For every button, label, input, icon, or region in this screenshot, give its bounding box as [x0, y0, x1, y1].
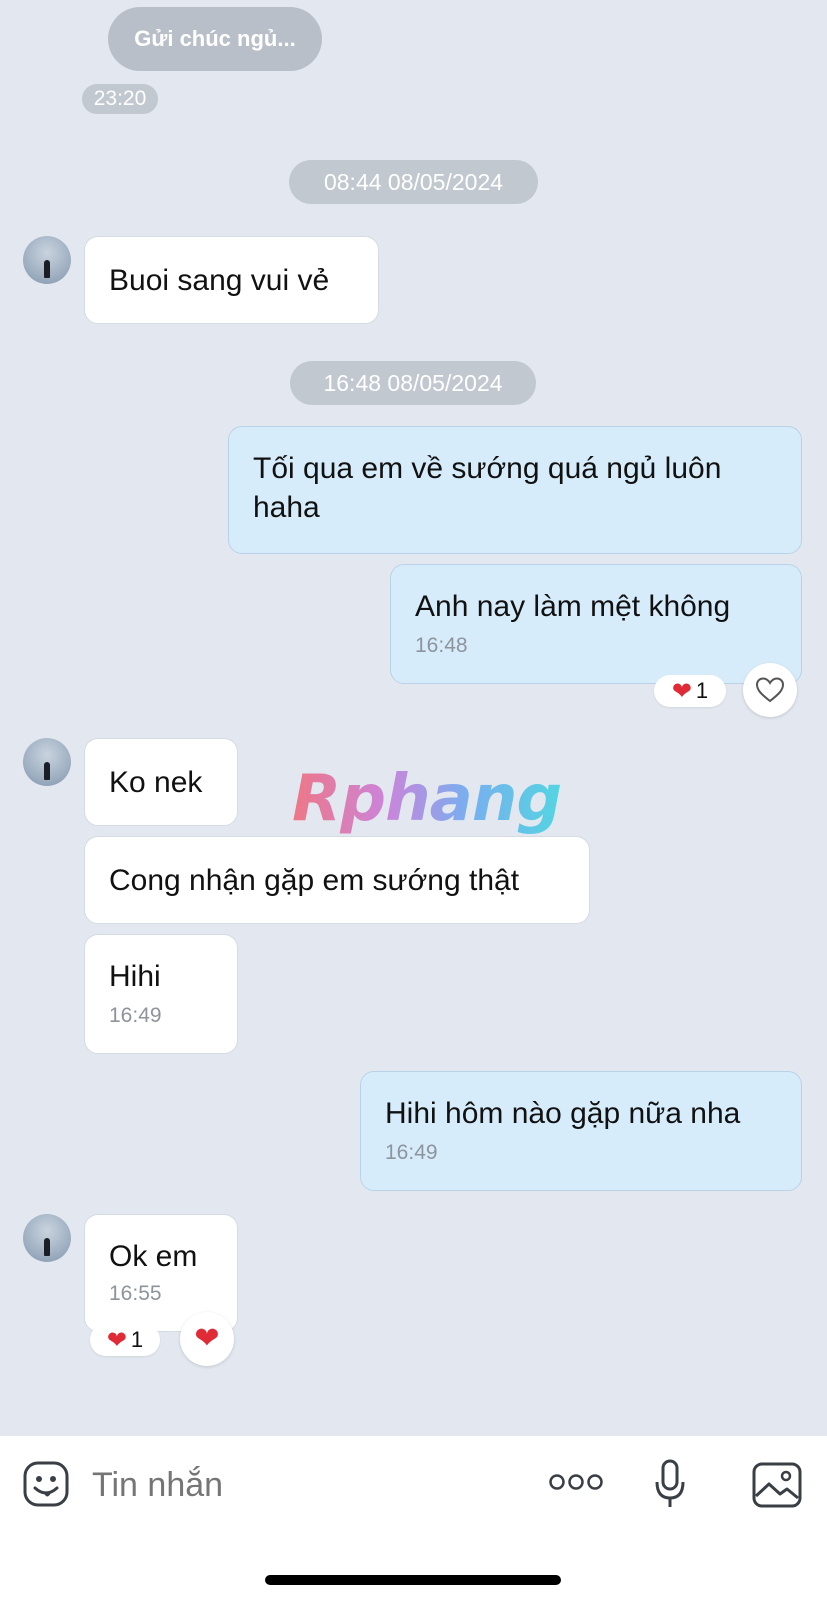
incoming-message[interactable]: Cong nhận gặp em sướng thật	[84, 836, 590, 924]
message-preview-pill[interactable]: Gửi chúc ngủ...	[108, 7, 322, 71]
date-separator-text: 08:44 08/05/2024	[323, 168, 504, 195]
message-text: Anh nay làm mệt không	[415, 590, 731, 623]
heart-icon: ❤	[671, 677, 692, 705]
react-button[interactable]	[743, 663, 797, 717]
emoji-icon[interactable]	[22, 1460, 70, 1508]
avatar[interactable]	[23, 236, 71, 284]
message-text: Hihi hôm nào gặp nữa nha	[385, 1097, 741, 1130]
incoming-message[interactable]: Ko nek	[84, 738, 238, 826]
avatar-figure	[44, 762, 50, 780]
message-time: 16:49	[109, 1004, 162, 1027]
more-dots-icon[interactable]	[548, 1470, 604, 1494]
message-time: 16:55	[109, 1282, 162, 1305]
reaction-badge[interactable]: ❤ 1	[654, 675, 726, 707]
outgoing-message[interactable]: Hihi hôm nào gặp nữa nha 16:49	[360, 1071, 802, 1191]
incoming-message[interactable]: Buoi sang vui vẻ	[84, 236, 379, 324]
message-text: Ok em	[109, 1240, 198, 1273]
date-separator-text: 16:48 08/05/2024	[323, 369, 503, 396]
react-button[interactable]: ❤	[180, 1312, 234, 1366]
message-time: 16:48	[415, 634, 468, 657]
avatar[interactable]	[23, 1214, 71, 1262]
heart-icon: ❤	[106, 1326, 127, 1354]
message-text: Cong nhận gặp em sướng thật	[109, 864, 520, 897]
reaction-count: 1	[130, 1327, 144, 1352]
incoming-message[interactable]: Hihi 16:49	[84, 934, 238, 1054]
home-indicator	[265, 1575, 561, 1585]
outgoing-message[interactable]: Tối qua em về sướng quá ngủ luôn haha	[228, 426, 802, 554]
watermark-text: Rphang	[292, 762, 562, 836]
heart-outline-icon	[755, 677, 785, 703]
message-text: Ko nek	[109, 766, 203, 799]
outgoing-message[interactable]: Anh nay làm mệt không 16:48	[390, 564, 802, 684]
message-text: Buoi sang vui vẻ	[109, 264, 330, 297]
date-separator: 16:48 08/05/2024	[290, 361, 536, 405]
image-icon[interactable]	[752, 1462, 802, 1508]
preview-time-text: 23:20	[93, 87, 147, 110]
message-input[interactable]	[90, 1462, 514, 1508]
microphone-icon[interactable]	[652, 1458, 688, 1510]
heart-icon: ❤	[194, 1322, 220, 1355]
message-preview-text: Gửi chúc ngủ...	[134, 26, 296, 51]
message-time: 16:49	[385, 1141, 438, 1164]
avatar[interactable]	[23, 738, 71, 786]
reaction-count: 1	[695, 678, 709, 703]
avatar-figure	[44, 1238, 50, 1256]
preview-time: 23:20	[82, 84, 158, 114]
date-separator: 08:44 08/05/2024	[289, 160, 538, 204]
watermark-logo: Rphang	[292, 762, 562, 836]
message-text: Tối qua em về sướng quá ngủ luôn haha	[253, 452, 722, 524]
message-text: Hihi	[109, 960, 161, 993]
reaction-badge[interactable]: ❤ 1	[90, 1324, 160, 1356]
avatar-figure	[44, 260, 50, 278]
